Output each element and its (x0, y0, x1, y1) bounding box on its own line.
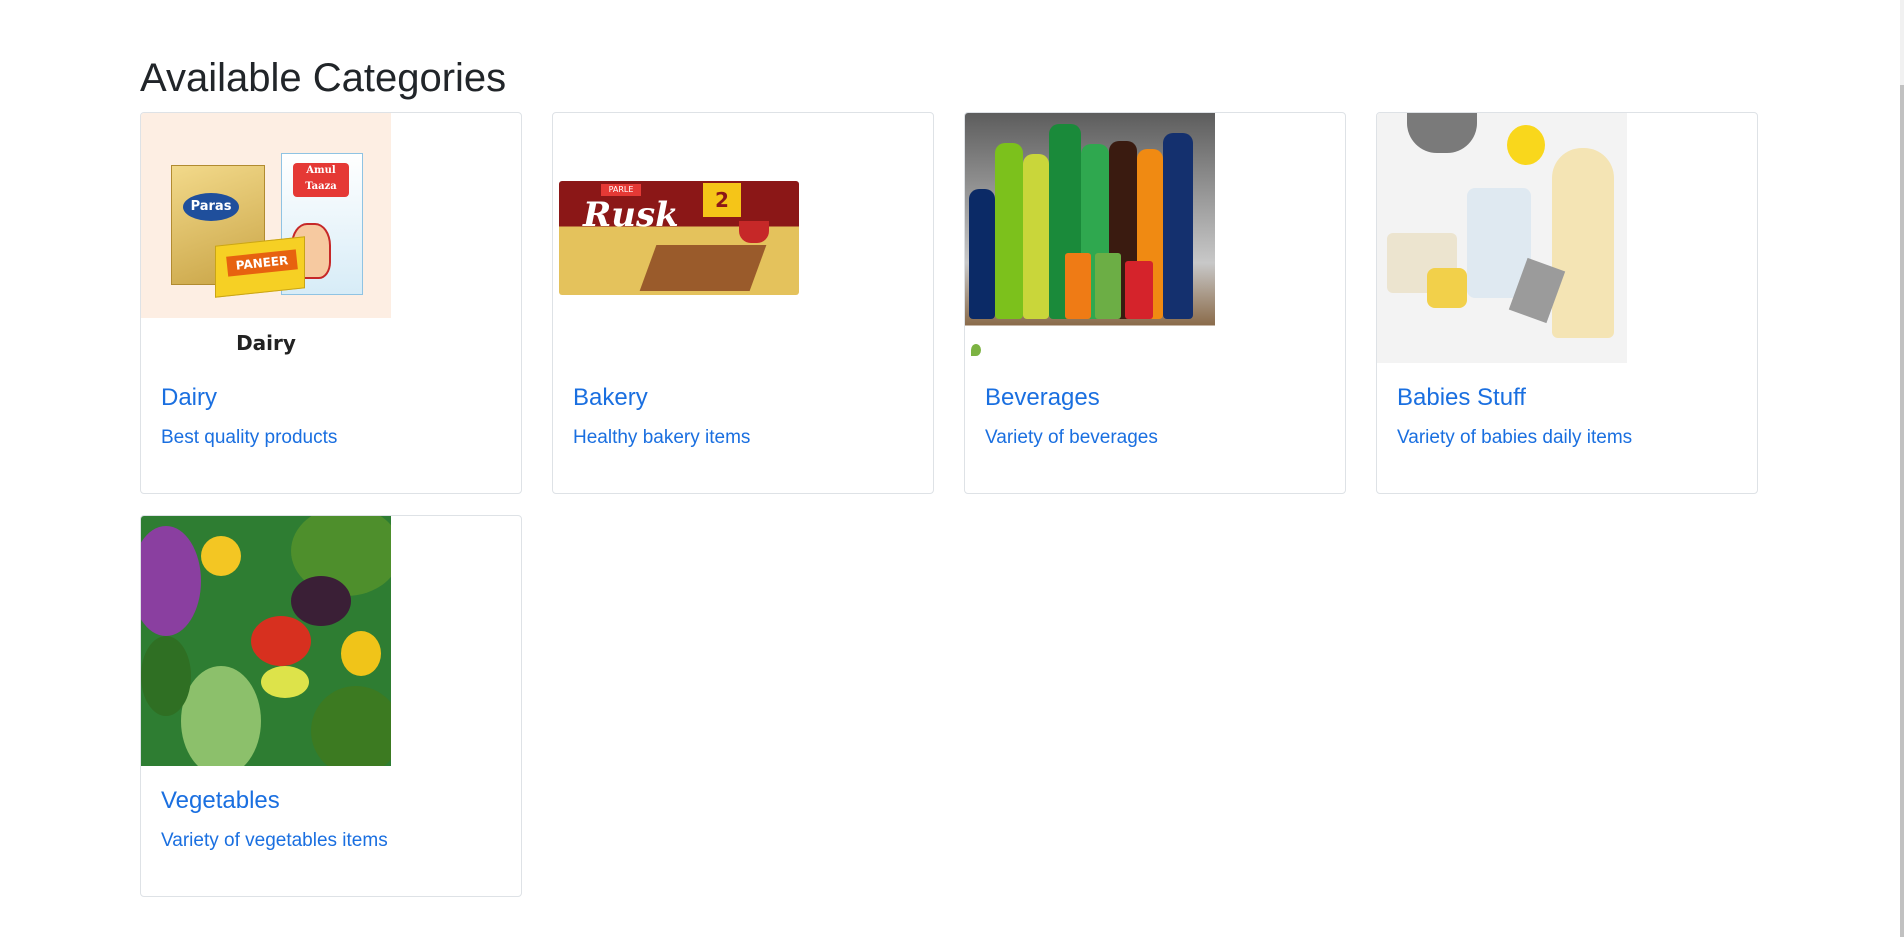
fanta-can (1065, 253, 1091, 319)
pepsi-bottle-2 (1163, 133, 1193, 319)
category-title[interactable]: Dairy (161, 383, 217, 413)
category-description[interactable]: Best quality products (161, 426, 337, 450)
baby-socks (1427, 268, 1467, 308)
gourds (181, 666, 261, 766)
category-description[interactable]: Variety of beverages (985, 426, 1158, 450)
mirinda-bottle (1023, 154, 1049, 319)
page: Available Categories Paras Amul Taaza PA… (0, 0, 1904, 937)
amul-label: Amul Taaza (293, 163, 349, 197)
lion-towel (1552, 148, 1614, 338)
category-grid: Paras Amul Taaza PANEER Dairy Dairy Best… (140, 112, 1760, 897)
watermark-icon (971, 344, 981, 356)
dew-bottle (995, 143, 1023, 319)
yellow-flower (201, 536, 241, 576)
yellow-bib (1507, 125, 1545, 165)
category-card-beverages[interactable]: Beverages Variety of beverages (964, 112, 1346, 494)
babies-stuff-image (1377, 113, 1627, 363)
page-scrollbar[interactable] (1900, 0, 1904, 937)
brinjal-cluster (291, 576, 351, 626)
paras-label: Paras (183, 193, 239, 221)
category-description[interactable]: Healthy bakery items (573, 426, 750, 450)
coke-can (1125, 261, 1153, 319)
category-card-babies-stuff[interactable]: Babies Stuff Variety of babies daily ite… (1376, 112, 1758, 494)
sprite-can (1095, 253, 1121, 319)
lemons (261, 666, 309, 698)
scrollbar-thumb[interactable] (1900, 85, 1904, 937)
category-card-vegetables[interactable]: Vegetables Variety of vegetables items (140, 515, 522, 897)
rusk-board (639, 245, 767, 291)
category-card-bakery[interactable]: PARLE Rusk 2 Bakery Healthy bakery items (552, 112, 934, 494)
beverages-image (965, 113, 1215, 363)
pepsi-bottle (969, 189, 995, 319)
page-title: Available Categories (140, 56, 507, 100)
dairy-image: Paras Amul Taaza PANEER Dairy (141, 113, 391, 363)
category-description[interactable]: Variety of babies daily items (1397, 426, 1632, 450)
category-title[interactable]: Babies Stuff (1397, 383, 1526, 413)
category-title[interactable]: Beverages (985, 383, 1100, 413)
tea-cup (739, 221, 769, 243)
dairy-image-caption: Dairy (236, 331, 296, 355)
image-watermark-strip (965, 340, 1215, 363)
bakery-image: PARLE Rusk 2 (553, 113, 803, 363)
category-title[interactable]: Bakery (573, 383, 648, 413)
category-card-dairy[interactable]: Paras Amul Taaza PANEER Dairy Dairy Best… (140, 112, 522, 494)
tomatoes (251, 616, 311, 666)
rusk-badge: 2 (703, 183, 741, 217)
category-title[interactable]: Vegetables (161, 786, 280, 816)
yellow-pepper (341, 631, 381, 676)
rusk-label: Rusk (583, 195, 679, 235)
vegetables-image (141, 516, 391, 766)
ivy-gourd (141, 636, 191, 716)
category-description[interactable]: Variety of vegetables items (161, 829, 388, 853)
